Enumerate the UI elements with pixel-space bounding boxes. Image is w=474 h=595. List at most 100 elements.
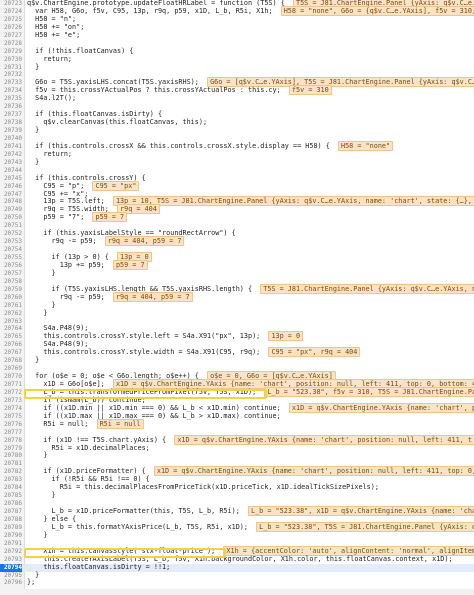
line-number[interactable]: 20744 xyxy=(0,167,22,175)
line-number[interactable]: 20792 xyxy=(0,548,22,556)
line-number[interactable]: 20730 xyxy=(0,56,22,64)
line-number[interactable]: 20723 xyxy=(0,0,22,8)
horizontal-scrollbar[interactable] xyxy=(24,589,474,595)
line-number[interactable]: 20734 xyxy=(0,87,22,95)
line-number[interactable]: 20755 xyxy=(0,254,22,262)
line-number[interactable]: 20776 xyxy=(0,421,22,429)
line-number[interactable]: 20742 xyxy=(0,151,22,159)
code-source: H58 += "e"; xyxy=(27,30,81,39)
code-text: L_b = this.formatYAxisPrice(L_b, T5S, R5… xyxy=(27,521,474,532)
inline-value-annotation: L_b = "523.38", T5S = J81.ChartEngine.Pa… xyxy=(256,521,474,532)
line-number[interactable]: 20736 xyxy=(0,103,22,111)
line-number[interactable]: 20768 xyxy=(0,357,22,365)
line-number[interactable]: 20727 xyxy=(0,32,22,40)
line-number[interactable]: 20762 xyxy=(0,310,22,318)
code-text: H58 += "e"; xyxy=(27,30,81,40)
line-number[interactable]: 20732 xyxy=(0,71,22,79)
inline-value-annotation: C95 = "px" xyxy=(92,180,140,191)
line-number[interactable]: 20757 xyxy=(0,270,22,278)
code-text: } xyxy=(27,63,39,72)
code-source: if ((x1D.max || x1D.max === 0) && L_b > … xyxy=(27,411,281,420)
inline-value-annotation: 13p = 10, T5S = J81.ChartEngine.Panel {y… xyxy=(112,196,474,207)
line-number[interactable]: 20751 xyxy=(0,222,22,230)
line-number[interactable]: 20763 xyxy=(0,318,22,326)
line-number[interactable]: 20790 xyxy=(0,532,22,540)
line-number[interactable]: 20753 xyxy=(0,238,22,246)
line-number[interactable]: 20766 xyxy=(0,341,22,349)
line-number[interactable]: 20785 xyxy=(0,492,22,500)
line-number[interactable]: 20794 xyxy=(0,563,22,572)
line-number[interactable]: 20793 xyxy=(0,556,22,564)
line-number[interactable]: 20779 xyxy=(0,445,22,453)
code-line: 20731 } xyxy=(0,63,474,72)
line-number[interactable]: 20777 xyxy=(0,429,22,437)
code-line: 20768 } xyxy=(0,356,474,365)
code-source: } xyxy=(27,126,40,134)
line-number[interactable]: 20754 xyxy=(0,246,22,254)
line-number[interactable]: 20733 xyxy=(0,79,22,87)
inline-value-annotation: r9q = 404, p59 = 7 xyxy=(112,291,193,302)
line-number[interactable]: 20724 xyxy=(0,8,22,16)
line-number[interactable]: 20728 xyxy=(0,40,22,48)
line-number[interactable]: 20791 xyxy=(0,540,22,548)
code-source: } xyxy=(27,530,48,539)
line-number[interactable]: 20771 xyxy=(0,381,22,389)
line-number[interactable]: 20795 xyxy=(0,572,22,580)
line-number[interactable]: 20747 xyxy=(0,191,22,199)
line-number[interactable]: 20770 xyxy=(0,373,22,381)
line-number[interactable]: 20756 xyxy=(0,262,22,270)
line-number[interactable]: 20789 xyxy=(0,524,22,532)
code-text: var H58, G6o, f5v, C95, 13p, r9q, p59, x… xyxy=(27,5,474,16)
line-number[interactable]: 20787 xyxy=(0,508,22,516)
line-number[interactable]: 20740 xyxy=(0,135,22,143)
line-number[interactable]: 20743 xyxy=(0,159,22,167)
line-number[interactable]: 20780 xyxy=(0,452,22,460)
line-number[interactable]: 20773 xyxy=(0,397,22,405)
line-number[interactable]: 20737 xyxy=(0,111,22,119)
code-source: } xyxy=(27,491,56,500)
code-line: 20784 R5i = this.decimalPlacesFromPriceT… xyxy=(0,483,474,492)
line-number[interactable]: 20749 xyxy=(0,206,22,214)
line-number[interactable]: 20746 xyxy=(0,183,22,191)
code-source: R5i = null; xyxy=(27,419,97,428)
line-number[interactable]: 20796 xyxy=(0,579,22,587)
code-editor[interactable]: 20723 q$v.ChartEngine.prototype.updateFlo… xyxy=(0,0,474,595)
line-number[interactable]: 20725 xyxy=(0,16,22,24)
code-text: } xyxy=(27,451,47,460)
line-number[interactable]: 20783 xyxy=(0,476,22,484)
line-number[interactable]: 20786 xyxy=(0,500,22,508)
line-number[interactable]: 20735 xyxy=(0,95,22,103)
line-number[interactable]: 20726 xyxy=(0,24,22,32)
line-number[interactable]: 20752 xyxy=(0,230,22,238)
line-number[interactable]: 20748 xyxy=(0,198,22,206)
line-number[interactable]: 20761 xyxy=(0,302,22,310)
line-number[interactable]: 20782 xyxy=(0,468,22,476)
line-number[interactable]: 20774 xyxy=(0,405,22,413)
line-number[interactable]: 20769 xyxy=(0,365,22,373)
line-number[interactable]: 20729 xyxy=(0,48,22,56)
line-number[interactable]: 20745 xyxy=(0,175,22,183)
inline-value-annotation: f5v = 310 xyxy=(288,85,332,96)
code-line: 20767 this.controls.crossY.style.width =… xyxy=(0,347,474,358)
line-number[interactable]: 20758 xyxy=(0,278,22,286)
line-number[interactable]: 20765 xyxy=(0,333,22,341)
code-line: 20756 13p += p59; p59 = 7 xyxy=(0,259,474,270)
line-number[interactable]: 20760 xyxy=(0,294,22,302)
line-number[interactable]: 20772 xyxy=(0,389,22,397)
line-number[interactable]: 20739 xyxy=(0,127,22,135)
line-number[interactable]: 20788 xyxy=(0,516,22,524)
line-number[interactable]: 20750 xyxy=(0,214,22,222)
line-number[interactable]: 20778 xyxy=(0,437,22,445)
line-number[interactable]: 20738 xyxy=(0,119,22,127)
line-number[interactable]: 20781 xyxy=(0,460,22,468)
line-number[interactable]: 20759 xyxy=(0,286,22,294)
line-number[interactable]: 20731 xyxy=(0,64,22,72)
code-text: } xyxy=(27,269,56,278)
line-number[interactable]: 20764 xyxy=(0,325,22,333)
line-number[interactable]: 20775 xyxy=(0,413,22,421)
line-number[interactable]: 20741 xyxy=(0,143,22,151)
line-number[interactable]: 20767 xyxy=(0,349,22,357)
line-number[interactable]: 20784 xyxy=(0,484,22,492)
code-text: r9q -= p59; r9q = 404, p59 = 7 xyxy=(27,236,185,247)
inline-value-annotation: x1D = q$v.ChartEngine.YAxis {name: 'char… xyxy=(153,466,474,477)
